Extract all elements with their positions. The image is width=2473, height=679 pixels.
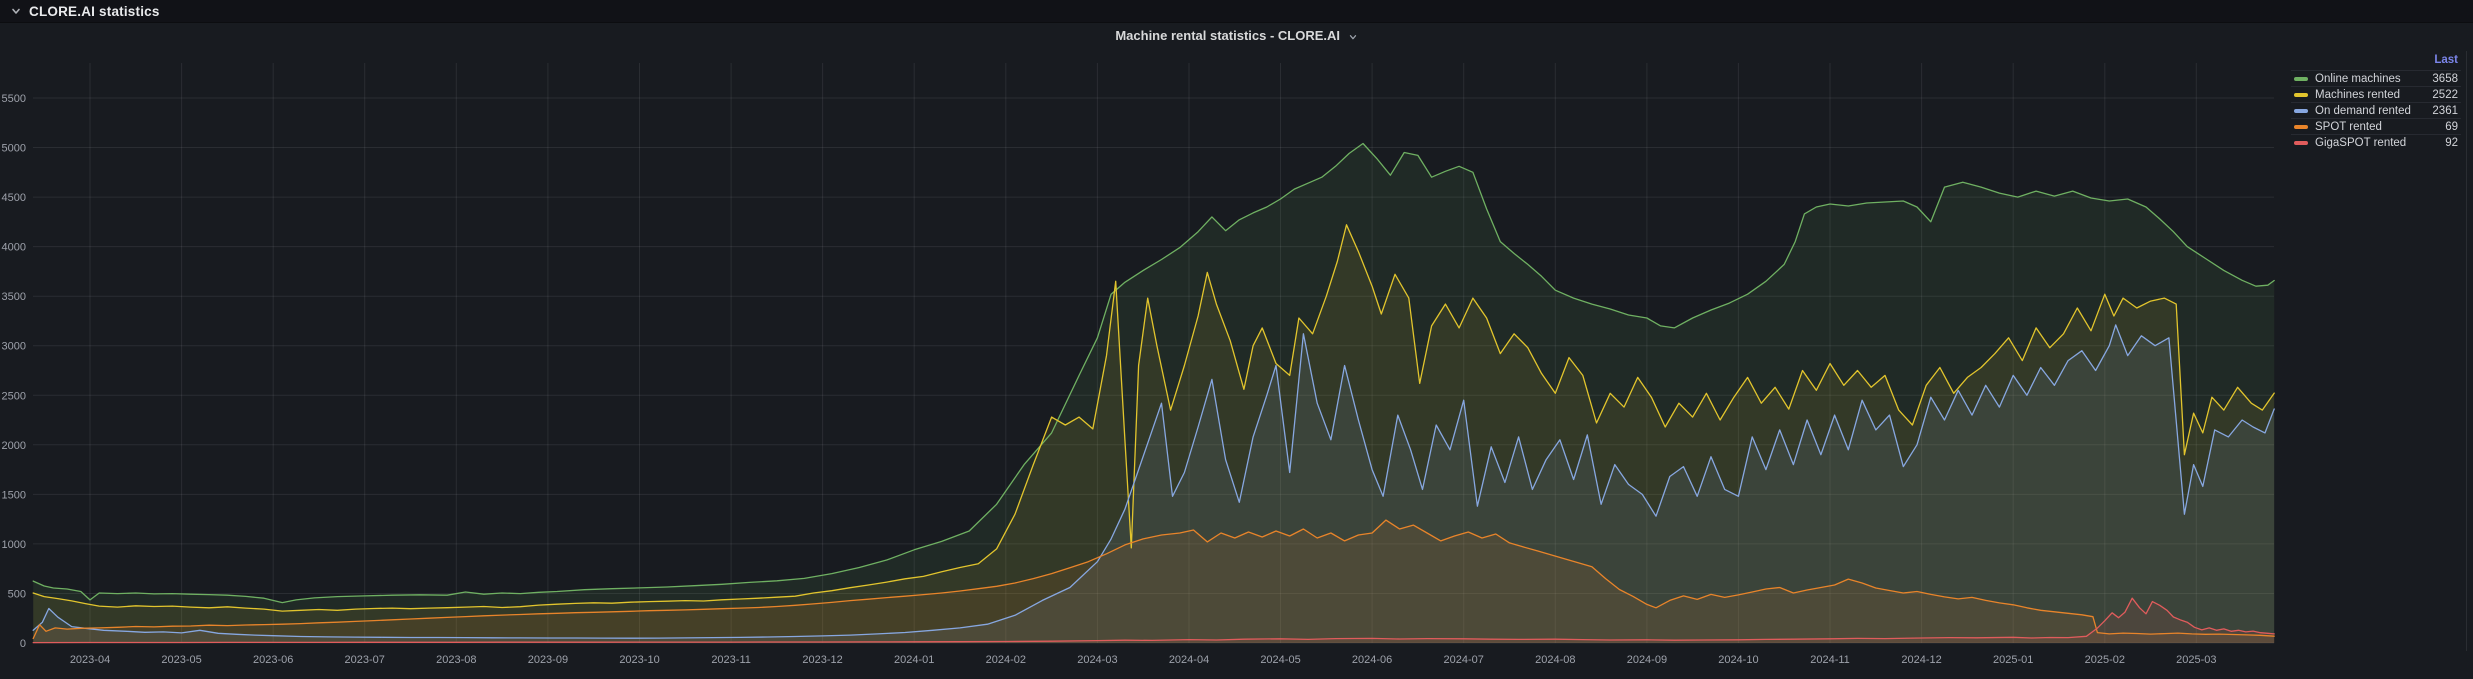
legend-value: 2361	[2428, 105, 2458, 117]
x-axis-label: 2024-02	[986, 654, 1026, 666]
x-axis-label: 2024-01	[894, 654, 934, 666]
legend-row: GigaSPOT rented 92	[2291, 134, 2461, 150]
x-axis-label: 2023-12	[802, 654, 842, 666]
x-axis-label: 2024-03	[1077, 654, 1117, 666]
row-collapse-chevron-down-icon[interactable]	[10, 5, 22, 17]
x-axis-label: 2025-03	[2176, 654, 2216, 666]
legend-swatch[interactable]	[2294, 93, 2308, 97]
legend-row: Online machines 3658	[2291, 70, 2461, 86]
panel-title-text: Machine rental statistics - CLORE.AI	[1115, 28, 1340, 43]
legend-label[interactable]: Online machines	[2315, 73, 2421, 85]
y-axis-label: 1500	[2, 489, 26, 501]
y-axis-label: 4000	[2, 242, 26, 254]
legend-label[interactable]: SPOT rented	[2315, 121, 2421, 133]
legend-row: SPOT rented 69	[2291, 118, 2461, 134]
legend-value: 92	[2428, 137, 2458, 149]
x-axis-label: 2024-12	[1901, 654, 1941, 666]
x-axis-label: 2024-06	[1352, 654, 1392, 666]
x-axis-label: 2024-04	[1169, 654, 1209, 666]
x-axis-label: 2023-04	[70, 654, 110, 666]
y-axis-label: 3000	[2, 341, 26, 353]
legend-swatch[interactable]	[2294, 109, 2308, 113]
legend-swatch[interactable]	[2294, 141, 2308, 145]
legend-row: On demand rented 2361	[2291, 102, 2461, 118]
row-title: CLORE.AI statistics	[29, 4, 160, 19]
y-axis-label: 500	[8, 589, 26, 601]
x-axis-label: 2024-10	[1718, 654, 1758, 666]
x-axis-label: 2023-10	[619, 654, 659, 666]
legend-header: Last	[2291, 52, 2461, 70]
x-axis-label: 2023-08	[436, 654, 476, 666]
y-axis-label: 5500	[2, 93, 26, 105]
y-axis-label: 3500	[2, 291, 26, 303]
legend-sort-last[interactable]: Last	[2434, 54, 2458, 66]
row-header[interactable]: CLORE.AI statistics	[0, 0, 2473, 22]
panel-menu-chevron-down-icon[interactable]	[1348, 32, 1358, 42]
x-axis-label: 2023-09	[528, 654, 568, 666]
x-axis-label: 2023-05	[161, 654, 201, 666]
legend-swatch[interactable]	[2294, 125, 2308, 129]
x-axis-label: 2024-05	[1260, 654, 1300, 666]
x-axis-label: 2025-01	[1993, 654, 2033, 666]
y-axis-label: 4500	[2, 192, 26, 204]
grafana-dashboard: CLORE.AI statistics Machine rental stati…	[0, 0, 2473, 679]
y-axis-label: 2500	[2, 390, 26, 402]
x-axis-label: 2024-08	[1535, 654, 1575, 666]
y-axis-label: 2000	[2, 440, 26, 452]
x-axis-label: 2024-07	[1444, 654, 1484, 666]
x-axis-label: 2023-06	[253, 654, 293, 666]
legend-row: Machines rented 2522	[2291, 86, 2461, 102]
legend-label[interactable]: GigaSPOT rented	[2315, 137, 2421, 149]
x-axis-label: 2024-09	[1627, 654, 1667, 666]
y-axis-label: 5000	[2, 143, 26, 155]
legend-value: 2522	[2428, 89, 2458, 101]
legend-label[interactable]: Machines rented	[2315, 89, 2421, 101]
x-axis-label: 2024-11	[1810, 654, 1850, 666]
timeseries-panel: Machine rental statistics - CLORE.AI 202…	[0, 22, 2473, 679]
y-axis-label: 0	[20, 638, 26, 650]
legend: Last Online machines 3658 Machines rente…	[2291, 52, 2461, 150]
legend-value: 69	[2428, 121, 2458, 133]
legend-swatch[interactable]	[2294, 77, 2308, 81]
legend-label[interactable]: On demand rented	[2315, 105, 2421, 117]
x-axis-label: 2023-07	[345, 654, 385, 666]
y-axis-label: 1000	[2, 539, 26, 551]
legend-value: 3658	[2428, 73, 2458, 85]
x-axis-label: 2023-11	[711, 654, 751, 666]
panel-title[interactable]: Machine rental statistics - CLORE.AI	[0, 28, 2473, 43]
chart-canvas[interactable]: 2023-04 2023-05 2023-06 2023-07 2023-08 2023-…	[0, 23, 2473, 679]
x-axis-label: 2025-02	[2085, 654, 2125, 666]
